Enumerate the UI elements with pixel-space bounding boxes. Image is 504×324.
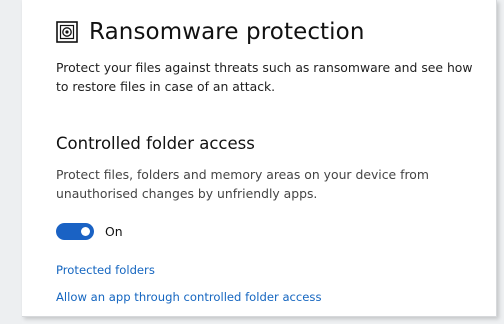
- page-title: Ransomware protection: [89, 19, 365, 45]
- page-header: Ransomware protection: [56, 12, 365, 52]
- settings-panel: Ransomware protection Protect your files…: [22, 0, 497, 317]
- allow-app-link[interactable]: Allow an app through controlled folder a…: [56, 290, 322, 304]
- toggle-state-label: On: [105, 223, 123, 239]
- ransomware-shield-icon: [56, 21, 78, 43]
- toggle-knob: [81, 226, 90, 236]
- intro-description: Protect your files against threats such …: [56, 60, 473, 94]
- controlled-folder-access-heading: Controlled folder access: [56, 134, 255, 153]
- protected-folders-link[interactable]: Protected folders: [56, 263, 155, 277]
- navigation-strip: [0, 0, 22, 324]
- controlled-folder-access-toggle[interactable]: [56, 222, 94, 240]
- controlled-folder-access-description: Protect files, folders and memory areas …: [56, 167, 429, 201]
- controlled-folder-access-toggle-row: On: [56, 221, 123, 241]
